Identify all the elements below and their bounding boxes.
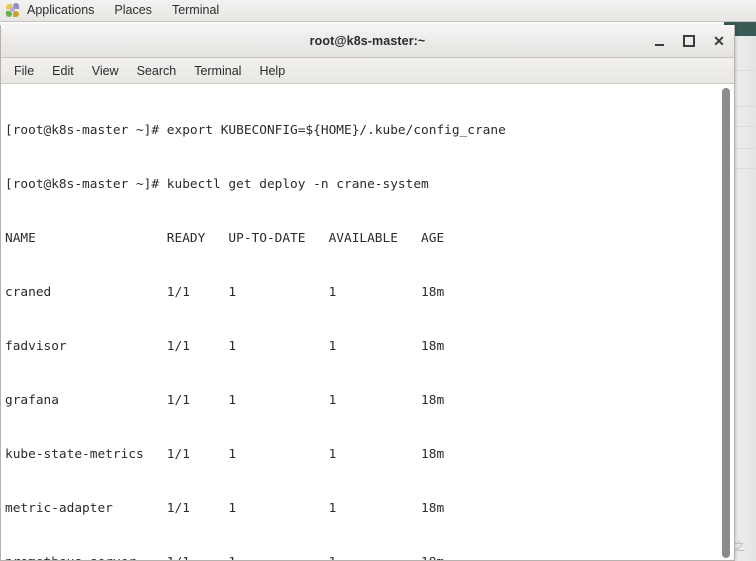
menu-item-view[interactable]: View [83,60,128,82]
menu-item-help[interactable]: Help [250,60,294,82]
terminal-scrollbar[interactable] [720,86,732,558]
gnome-top-bar: Applications Places Terminal [0,0,756,22]
terminal-window: root@k8s-master:~ ✕ File Edit View Searc… [0,25,735,561]
maximize-icon[interactable] [680,32,698,50]
terminal-line: [root@k8s-master ~]# kubectl get deploy … [5,177,429,192]
terminal-line: craned 1/1 1 1 18m [5,285,445,300]
menu-item-edit[interactable]: Edit [43,60,83,82]
minimize-icon[interactable] [650,32,668,50]
terminal-line: NAME READY UP-TO-DATE AVAILABLE AGE [5,231,445,246]
window-title: root@k8s-master:~ [309,34,426,48]
window-controls: ✕ [650,25,728,57]
close-icon[interactable]: ✕ [710,32,728,50]
topbar-item-places[interactable]: Places [104,0,162,21]
menu-item-search[interactable]: Search [128,60,186,82]
terminal-menubar: File Edit View Search Terminal Help [1,58,734,84]
window-titlebar[interactable]: root@k8s-master:~ ✕ [1,25,734,58]
menu-item-file[interactable]: File [5,60,43,82]
terminal-line: [root@k8s-master ~]# export KUBECONFIG=$… [5,123,506,138]
topbar-item-terminal[interactable]: Terminal [162,0,229,21]
terminal-line: kube-state-metrics 1/1 1 1 18m [5,447,445,462]
terminal-line: grafana 1/1 1 1 18m [5,393,445,408]
topbar-item-applications[interactable]: Applications [23,0,104,21]
scrollbar-thumb[interactable] [722,88,730,558]
menu-item-terminal[interactable]: Terminal [185,60,250,82]
gnome-footprint-icon [6,3,21,18]
terminal-text: [root@k8s-master ~]# export KUBECONFIG=$… [5,86,718,560]
terminal-output-area[interactable]: [root@k8s-master ~]# export KUBECONFIG=$… [1,84,734,560]
terminal-line: metric-adapter 1/1 1 1 18m [5,501,445,516]
terminal-line: fadvisor 1/1 1 1 18m [5,339,445,354]
terminal-line: prometheus-server 1/1 1 1 18m [5,554,718,560]
